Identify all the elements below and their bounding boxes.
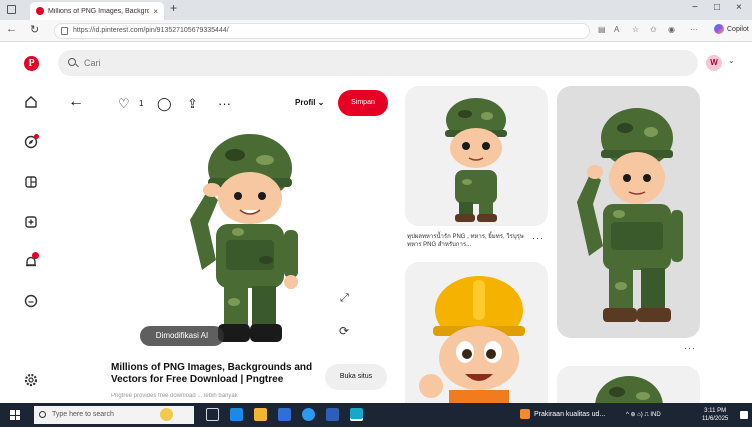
notification-center-icon[interactable] [740,411,748,419]
back-nav-icon[interactable]: ← [6,23,17,35]
save-button[interactable]: Simpan [338,90,388,116]
board-icon[interactable] [23,174,39,190]
explore-icon[interactable] [23,134,39,150]
profile-dropdown-button[interactable]: Profil ⌄ [295,98,324,107]
ai-modified-label[interactable]: Dimodifikasi AI [140,326,224,346]
page-info-icon[interactable] [61,27,68,35]
favorite-star-icon[interactable]: ☆ [632,25,639,34]
more-options-icon[interactable]: ··· [218,96,231,111]
search-icon [68,58,76,66]
system-tray[interactable]: ^ ⊕ ⌂) ⎍ IND [626,411,661,419]
address-bar[interactable]: https://id.pinterest.com/pin/91352710567… [54,23,590,39]
copilot-icon [714,24,724,34]
comment-icon[interactable]: ◯ [157,96,172,112]
heart-icon[interactable]: ♡ [118,96,130,112]
copilot-button[interactable]: Copilot [714,24,749,34]
weather-widget[interactable]: Prakiraan kualitas ud... [520,409,605,419]
pin-main-image[interactable] [110,120,394,354]
feed-pin-worker[interactable] [405,262,548,403]
search-input[interactable]: Cari [58,50,698,76]
more-menu-icon[interactable]: ··· [690,25,698,34]
widget-icon[interactable] [160,408,173,421]
messages-icon[interactable] [23,293,39,309]
home-icon[interactable] [23,94,39,110]
search-icon [39,411,46,418]
feed-pin-soldier-salute[interactable] [557,86,700,338]
extensions-icon[interactable]: ◉ [668,25,675,34]
file-explorer-icon[interactable] [254,408,267,421]
feed-more-icon-2[interactable]: ··· [684,343,696,353]
explore-badge [34,134,39,139]
reader-icon[interactable]: ▤ [598,25,606,34]
taskbar-clock[interactable]: 3:11 PM 11/6/2025 [702,407,728,423]
close-window-button[interactable]: × [736,2,742,13]
browser-toolbar: ← ↻ https://id.pinterest.com/pin/9135271… [0,20,752,42]
browser-titlebar: Millions of PNG Images, Backgrounds... ×… [0,0,752,20]
weather-text: Prakiraan kualitas ud... [534,410,606,418]
share-icon[interactable]: ⇪ [187,96,198,112]
create-icon[interactable] [23,214,39,230]
visual-search-icon[interactable]: ⟳ [339,324,349,338]
pin-description: Pngtree provides free download ... lebih… [111,393,238,399]
minimize-button[interactable]: − [692,2,698,13]
url-text: https://id.pinterest.com/pin/91352710567… [73,27,229,34]
restore-button[interactable]: □ [714,2,720,13]
window-menu-icon[interactable] [7,5,16,14]
store-icon[interactable] [278,408,291,421]
edge-icon[interactable] [230,408,243,421]
weather-icon [520,409,530,419]
back-arrow-icon[interactable]: ← [68,93,84,111]
feed-pin-partial[interactable] [557,366,700,403]
browser-app-icon[interactable] [350,408,363,421]
pin-title: Millions of PNG Images, Backgrounds and … [111,362,313,385]
visit-site-button[interactable]: Buka situs [325,364,387,390]
tab-close-icon[interactable]: × [153,7,158,16]
notification-badge [32,252,39,259]
pinterest-header: P Cari W ⌄ [0,42,752,84]
translate-icon[interactable]: A [614,25,619,34]
clock-date: 11/6/2025 [702,416,729,422]
tab-title: Millions of PNG Images, Backgrounds... [48,7,150,15]
browser-tab[interactable]: Millions of PNG Images, Backgrounds... × [30,2,164,20]
notifications-icon[interactable] [23,252,39,270]
feed-more-icon[interactable]: ··· [532,233,544,243]
new-tab-button[interactable]: + [170,1,177,15]
search-placeholder: Cari [84,58,101,68]
task-view-icon[interactable] [206,408,219,421]
windows-start-icon[interactable] [10,410,20,420]
copilot-label: Copilot [727,25,749,33]
windows-taskbar: Type here to search Prakiraan kualitas u… [0,403,752,427]
settings-icon[interactable] [23,372,39,388]
word-icon[interactable] [326,408,339,421]
favorites-icon[interactable]: ✩ [650,25,657,34]
clock-time: 3:11 PM [704,408,727,414]
app-icon[interactable] [302,408,315,421]
feed-pin-soldier-small[interactable] [405,86,548,226]
chevron-down-icon[interactable]: ⌄ [728,56,735,65]
taskbar-search-placeholder: Type here to search [52,411,114,418]
like-count: 1 [139,99,144,108]
pinterest-favicon-icon [36,7,44,15]
avatar[interactable]: W [706,55,722,71]
feed-pin-caption[interactable]: ทุปผลทหารน้ำรัก PNG , ทหาร, ยิ้มทร, วีรบ… [407,233,525,249]
refresh-icon[interactable]: ↻ [30,23,39,36]
expand-icon[interactable]: ⤢ [340,292,349,305]
pinterest-logo-icon[interactable]: P [24,56,39,71]
